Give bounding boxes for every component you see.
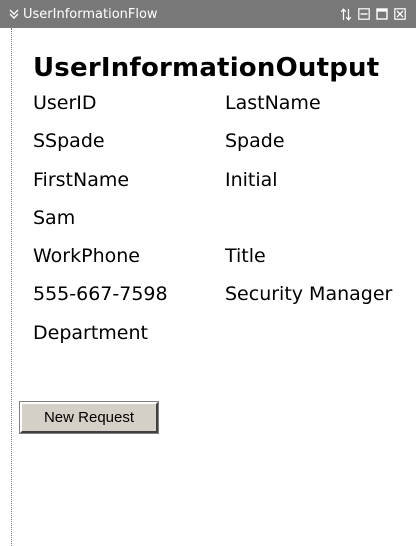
- user-info-grid: UserID LastName SSpade Spade FirstName I…: [33, 87, 413, 355]
- label-initial: Initial: [225, 168, 278, 191]
- value-firstname: Sam: [33, 206, 76, 229]
- grid-row-1: SSpade Spade: [33, 125, 413, 163]
- grid-row-2: FirstName Initial: [33, 164, 413, 202]
- grid-row-3: Sam: [33, 202, 413, 240]
- portlet-window: UserInformationFlow UserInformationOutpu…: [0, 0, 416, 546]
- label-department: Department: [33, 321, 148, 344]
- value-workphone: 555-667-7598: [33, 283, 168, 306]
- close-icon[interactable]: [393, 8, 406, 21]
- minimize-icon[interactable]: [357, 8, 370, 21]
- move-icon[interactable]: [339, 7, 352, 21]
- value-userid: SSpade: [33, 130, 105, 153]
- portlet-controls: [339, 7, 406, 21]
- grid-row-6: Department: [33, 317, 413, 355]
- portlet-menu-icon[interactable]: [8, 7, 20, 21]
- grid-row-4: WorkPhone Title: [33, 240, 413, 278]
- value-title: Security Manager: [225, 283, 393, 306]
- grid-row-0: UserID LastName: [33, 87, 413, 125]
- label-lastname: LastName: [225, 92, 321, 114]
- label-userid: UserID: [33, 92, 97, 114]
- value-lastname: Spade: [225, 130, 285, 153]
- label-firstname: FirstName: [33, 168, 130, 191]
- output-heading: UserInformationOutput: [33, 53, 380, 83]
- portlet-titlebar: UserInformationFlow: [0, 0, 416, 28]
- portlet-left-border: [11, 28, 12, 546]
- output-panel: UserInformationOutput: [33, 52, 413, 84]
- new-request-button[interactable]: New Request: [19, 401, 159, 434]
- label-workphone: WorkPhone: [33, 245, 140, 268]
- portlet-title: UserInformationFlow: [23, 6, 158, 22]
- grid-row-5: 555-667-7598 Security Manager: [33, 278, 413, 316]
- maximize-icon[interactable]: [375, 8, 388, 21]
- label-title: Title: [225, 245, 266, 268]
